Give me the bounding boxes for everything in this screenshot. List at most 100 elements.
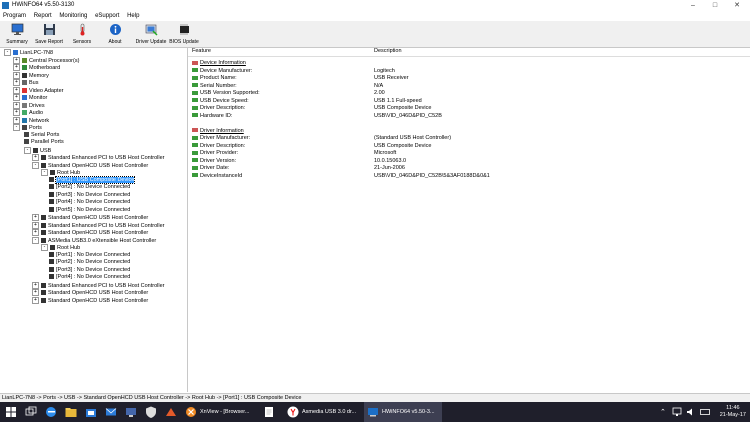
note-app-icon[interactable] bbox=[262, 405, 276, 419]
shield-icon[interactable] bbox=[144, 405, 158, 419]
mail-icon[interactable] bbox=[104, 405, 118, 419]
expand-toggle-icon[interactable]: + bbox=[13, 116, 20, 124]
expand-toggle-icon[interactable]: + bbox=[32, 221, 39, 229]
expand-toggle-icon[interactable]: + bbox=[32, 154, 39, 161]
description-column-header[interactable]: Description bbox=[374, 48, 402, 54]
menu-monitoring[interactable]: Monitoring bbox=[56, 11, 90, 21]
collapse-toggle-icon[interactable]: - bbox=[13, 124, 20, 131]
about-button[interactable]: About bbox=[99, 22, 131, 46]
tree-item[interactable]: [Port2] : No Device Connected bbox=[49, 259, 130, 267]
keyboard-icon[interactable] bbox=[700, 407, 710, 417]
tree-item[interactable]: - Root Hub bbox=[41, 169, 80, 177]
taskbar-app-asmedia[interactable]: Asmedia USB 3.0 dr... bbox=[302, 404, 360, 420]
tree-item[interactable]: Parallel Ports bbox=[24, 139, 64, 147]
tree-item[interactable]: - USB bbox=[24, 146, 51, 155]
game-app-icon[interactable] bbox=[164, 405, 178, 419]
tree-item[interactable]: + Standard Enhanced PCI to USB Host Contr… bbox=[32, 221, 164, 230]
tree-item[interactable]: + Bus bbox=[13, 79, 38, 87]
sensors-button[interactable]: Sensors bbox=[66, 22, 98, 46]
collapse-toggle-icon[interactable]: - bbox=[32, 161, 39, 169]
tree-item[interactable]: - Standard OpenHCD USB Host Controller bbox=[32, 161, 148, 170]
close-button[interactable]: ✕ bbox=[726, 0, 748, 11]
xnview-icon[interactable] bbox=[184, 405, 198, 419]
expand-toggle-icon[interactable]: + bbox=[32, 281, 39, 289]
tree-item[interactable]: + Motherboard bbox=[13, 64, 60, 72]
tree-item[interactable]: - Ports bbox=[13, 124, 42, 132]
expand-toggle-icon[interactable]: + bbox=[32, 296, 39, 304]
tray-chevron-icon[interactable]: ⌃ bbox=[660, 408, 666, 416]
maximize-button[interactable]: □ bbox=[704, 0, 726, 11]
network-icon[interactable] bbox=[672, 407, 682, 417]
collapse-toggle-icon[interactable]: - bbox=[41, 244, 48, 251]
tree-item[interactable]: + Memory bbox=[13, 71, 49, 80]
expand-toggle-icon[interactable]: + bbox=[13, 56, 20, 64]
tree-item[interactable]: + Standard OpenHCD USB Host Controller bbox=[32, 289, 148, 297]
expand-toggle-icon[interactable]: + bbox=[32, 229, 39, 236]
bios-update-button[interactable]: BIOS Update bbox=[168, 22, 200, 46]
expand-toggle-icon[interactable]: + bbox=[13, 86, 20, 94]
tree-item[interactable]: + Central Processor(s) bbox=[13, 56, 79, 65]
monitor-app-icon[interactable] bbox=[124, 405, 138, 419]
tree-item[interactable]: [Port2] : No Device Connected bbox=[49, 184, 130, 192]
clock-date: 21-May-17 bbox=[719, 412, 746, 418]
tree-item[interactable]: [Port1] : No Device Connected bbox=[49, 252, 130, 260]
collapse-toggle-icon[interactable]: - bbox=[4, 49, 11, 56]
tree-item[interactable]: + Standard Enhanced PCI to USB Host Contr… bbox=[32, 154, 164, 162]
expand-toggle-icon[interactable]: + bbox=[13, 94, 20, 101]
minimize-button[interactable]: – bbox=[682, 0, 704, 11]
feature-cell[interactable]: Hardware ID: bbox=[192, 112, 232, 120]
tree-item[interactable]: [Port1] : USB Composite Device bbox=[49, 175, 136, 185]
file-explorer-icon[interactable] bbox=[64, 405, 78, 419]
expand-toggle-icon[interactable]: + bbox=[13, 71, 20, 79]
driver-update-button[interactable]: Driver Update bbox=[135, 22, 167, 46]
tree-item[interactable]: + Monitor bbox=[13, 94, 47, 102]
tree-item[interactable]: [Port4] : No Device Connected bbox=[49, 274, 130, 282]
collapse-toggle-icon[interactable]: - bbox=[32, 236, 39, 244]
tree-item[interactable]: [Port5] : No Device Connected bbox=[49, 207, 130, 215]
windows-start-icon[interactable] bbox=[4, 405, 18, 419]
tree-item[interactable]: [Port3] : No Device Connected bbox=[49, 267, 130, 275]
tree-item[interactable]: + Drives bbox=[13, 101, 45, 110]
tree-item[interactable]: + Standard OpenHCD USB Host Controller bbox=[32, 229, 148, 237]
yandex-browser-icon[interactable] bbox=[286, 405, 300, 419]
task-view-icon[interactable] bbox=[24, 405, 38, 419]
collapse-toggle-icon[interactable]: - bbox=[41, 169, 48, 176]
expand-toggle-icon[interactable]: + bbox=[13, 101, 20, 109]
tree-item[interactable]: Serial Ports bbox=[24, 132, 59, 140]
tree-item[interactable]: + Network bbox=[13, 116, 49, 125]
tree-item[interactable]: [Port3] : No Device Connected bbox=[49, 192, 130, 200]
menu-help[interactable]: Help bbox=[124, 11, 142, 21]
tree-item[interactable]: - ASMedia USB3.0 eXtensible Host Controll… bbox=[32, 236, 156, 245]
taskbar-app-hwinfo[interactable]: HWiNFO64 v5.50-3... bbox=[382, 404, 440, 420]
usb-feature-icon bbox=[192, 105, 198, 110]
expand-toggle-icon[interactable]: + bbox=[32, 289, 39, 296]
expand-toggle-icon[interactable]: + bbox=[32, 214, 39, 221]
expand-toggle-icon[interactable]: + bbox=[13, 79, 20, 86]
edge-browser-icon[interactable] bbox=[44, 405, 58, 419]
store-icon[interactable] bbox=[84, 405, 98, 419]
taskbar-app-xnview[interactable]: XnView - [Browser... bbox=[200, 404, 258, 420]
hwinfo-icon[interactable] bbox=[366, 405, 380, 419]
feature-cell[interactable]: DeviceInstanceId bbox=[192, 172, 242, 180]
tree-item[interactable]: + Audio bbox=[13, 109, 43, 117]
tree-item[interactable]: - Root Hub bbox=[41, 244, 80, 252]
menu-esupport[interactable]: eSupport bbox=[92, 11, 122, 21]
save-report-button[interactable]: Save Report bbox=[33, 22, 65, 46]
system-clock[interactable]: 11:46 21-May-17 bbox=[720, 405, 746, 419]
tree-item[interactable]: [Port4] : No Device Connected bbox=[49, 199, 130, 207]
volume-icon[interactable] bbox=[686, 407, 696, 417]
menu-report[interactable]: Report bbox=[31, 11, 55, 21]
device-tree[interactable]: - LianLPC-7N8 + Central Processor(s) + Mother… bbox=[0, 47, 188, 392]
menu-program[interactable]: Program bbox=[0, 11, 29, 21]
expand-toggle-icon[interactable]: + bbox=[13, 64, 20, 71]
collapse-toggle-icon[interactable]: - bbox=[24, 146, 31, 154]
tree-item[interactable]: + Video Adapter bbox=[13, 86, 63, 95]
tree-item-label: [Port4] : No Device Connected bbox=[56, 274, 131, 280]
tree-item[interactable]: - LianLPC-7N8 bbox=[4, 49, 53, 57]
feature-column-header[interactable]: Feature bbox=[192, 48, 211, 54]
expand-toggle-icon[interactable]: + bbox=[13, 109, 20, 116]
tree-item[interactable]: + Standard OpenHCD USB Host Controller bbox=[32, 214, 148, 222]
tree-item[interactable]: + Standard OpenHCD USB Host Controller bbox=[32, 296, 148, 305]
summary-button[interactable]: Summary bbox=[1, 22, 33, 46]
tree-item[interactable]: + Standard Enhanced PCI to USB Host Contr… bbox=[32, 281, 164, 290]
